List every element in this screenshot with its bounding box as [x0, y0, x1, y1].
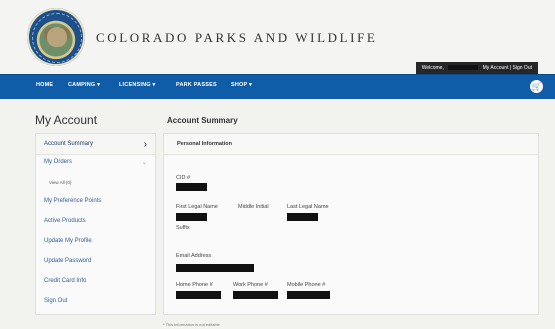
sidebar-item-view-all[interactable]: View All (0) [49, 180, 71, 185]
home-phone-label: Home Phone # [176, 282, 213, 288]
account-bar: Welcome, My Account | Sign Out [415, 62, 538, 74]
suffix-label: Suffix [176, 225, 190, 231]
middle-initial-label: Middle Initial [238, 204, 269, 210]
sidebar-item-my-orders[interactable]: My Orders [44, 159, 72, 165]
redacted-first-name [176, 213, 207, 221]
redacted-email [176, 264, 254, 272]
redacted-mobile-phone [287, 291, 330, 299]
non-editable-note: * This information is not editable [163, 322, 220, 327]
chevron-down-icon[interactable]: ⌄ [142, 159, 147, 166]
redacted-last-name [287, 213, 318, 221]
sidebar-item-update-password[interactable]: Update Password [44, 258, 91, 264]
nav-home[interactable]: HOME [36, 82, 53, 88]
colorado-parks-logo[interactable] [27, 8, 85, 66]
personal-information-panel: Personal Information CID # First Legal N… [163, 133, 539, 315]
work-phone-label: Work Phone # [233, 282, 268, 288]
sidebar-title: My Account [35, 113, 98, 127]
nav-licensing[interactable]: LICENSING ▾ [119, 82, 155, 88]
ram-icon [47, 27, 67, 47]
account-sidebar: Account Summary › My Orders ⌄ View All (… [35, 133, 156, 315]
cart-icon[interactable]: 🛒 [530, 80, 543, 93]
redacted-home-phone [176, 291, 221, 299]
nav-camping[interactable]: CAMPING ▾ [68, 82, 100, 88]
mobile-phone-label: Mobile Phone # [287, 282, 326, 288]
chevron-right-icon: › [143, 139, 147, 150]
sidebar-item-account-summary[interactable]: Account Summary › [36, 134, 155, 155]
sidebar-item-active-products[interactable]: Active Products [44, 218, 86, 224]
panel-header: Personal Information [164, 134, 538, 155]
sidebar-item-sign-out[interactable]: Sign Out [44, 298, 67, 304]
nav-shop[interactable]: SHOP ▾ [231, 82, 252, 88]
sidebar-item-label: Account Summary [44, 141, 94, 147]
sidebar-item-preference-points[interactable]: My Preference Points [44, 198, 101, 204]
redacted-work-phone [233, 291, 278, 299]
nav-park-passes[interactable]: PARK PASSES [176, 82, 217, 88]
cid-label: CID # [176, 175, 191, 181]
main-navigation: HOME CAMPING ▾ LICENSING ▾ PARK PASSES S… [0, 74, 555, 99]
last-name-label: Last Legal Name [287, 204, 329, 210]
email-label: Email Address [176, 253, 212, 259]
first-name-label: First Legal Name [176, 204, 218, 210]
redacted-user-name [448, 65, 479, 71]
site-brand[interactable]: COLORADO PARKS AND WILDLIFE [96, 30, 377, 46]
redacted-cid [176, 183, 207, 191]
welcome-text: Welcome, [421, 65, 444, 71]
account-links[interactable]: My Account | Sign Out [483, 65, 532, 71]
sidebar-item-update-profile[interactable]: Update My Profile [44, 238, 92, 244]
site-header: COLORADO PARKS AND WILDLIFE Welcome, My … [0, 0, 555, 74]
page-title: Account Summary [167, 116, 238, 125]
panel-title: Personal Information [177, 141, 233, 147]
sidebar-item-credit-card-info[interactable]: Credit Card Info [44, 278, 86, 284]
